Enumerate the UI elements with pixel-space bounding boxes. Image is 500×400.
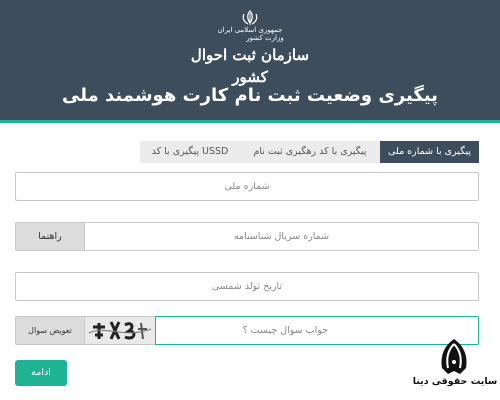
header-accent-bar bbox=[0, 120, 500, 123]
emblem-icon bbox=[242, 10, 258, 25]
tab-national-code[interactable]: پیگیری با شماره ملی bbox=[380, 141, 479, 163]
header: جمهوری اسلامی ایران وزارت کشور سازمان ثب… bbox=[0, 0, 500, 122]
help-button[interactable]: راهنما bbox=[15, 222, 85, 251]
tracking-tabs: پیگیری با کد USSD پیگیری با کد رهگیری ثب… bbox=[140, 141, 479, 163]
logo-line-ministry: وزارت کشور bbox=[246, 34, 284, 42]
change-question-button[interactable]: تعویض سوال bbox=[15, 316, 85, 345]
page-title: پیگیری وضعیت ثبت نام کارت هوشمند ملی bbox=[62, 85, 438, 106]
serial-number-input[interactable]: شماره سریال شناسنامه bbox=[85, 222, 479, 251]
continue-button[interactable]: ادامه bbox=[15, 360, 67, 386]
tab-ussd-code[interactable]: پیگیری با کد USSD bbox=[140, 141, 240, 163]
watermark-text: سایت حقوقی دینا bbox=[412, 376, 498, 387]
birthdate-input[interactable]: تاریخ تولد شمسی bbox=[15, 272, 479, 301]
pen-nib-logo-icon bbox=[441, 339, 467, 374]
organization-logo: جمهوری اسلامی ایران وزارت کشور سازمان ثب… bbox=[188, 10, 312, 86]
captcha-image bbox=[85, 316, 155, 345]
logo-line-country: جمهوری اسلامی ایران bbox=[217, 26, 283, 34]
captcha-glyphs-icon bbox=[88, 321, 152, 340]
tab-tracking-code[interactable]: پیگیری با کد رهگیری ثبت نام bbox=[240, 141, 380, 163]
national-code-input[interactable]: شماره ملی bbox=[15, 172, 479, 201]
captcha-answer-input[interactable]: جواب سوال چیست ؟ bbox=[155, 316, 479, 345]
